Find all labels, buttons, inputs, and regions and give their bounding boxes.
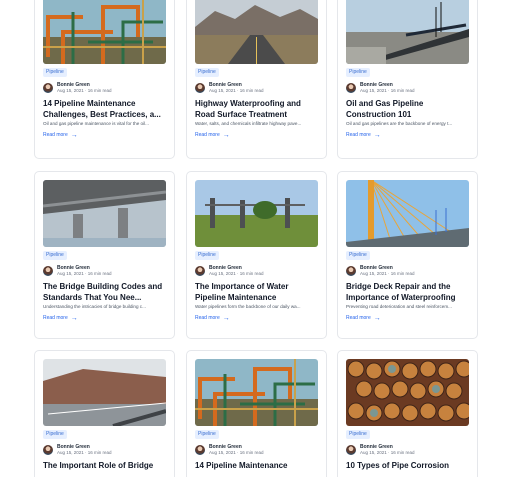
category-tag[interactable]: Pipeline (43, 430, 67, 439)
category-tag[interactable]: Pipeline (346, 68, 370, 77)
arrow-right-icon: → (222, 315, 230, 322)
author-row: Bonnie Green Aug 15, 2021 · 16 min read (43, 264, 166, 278)
post-meta: Aug 15, 2021 · 16 min read (209, 450, 264, 455)
card-excerpt: Water pipelines form the backbone of our… (195, 304, 301, 309)
author-row: Bonnie Green Aug 15, 2021 · 16 min read (346, 81, 469, 95)
card-title[interactable]: The Bridge Building Codes and Standards … (43, 281, 167, 303)
card-title[interactable]: Highway Waterproofing and Road Surface T… (195, 98, 319, 120)
category-tag[interactable]: Pipeline (346, 251, 370, 260)
blog-card[interactable]: Pipeline Bonnie Green Aug 15, 2021 · 16 … (34, 350, 175, 477)
post-meta: Aug 15, 2021 · 16 min read (360, 271, 415, 276)
avatar (346, 83, 356, 93)
card-image-cable-bridge[interactable] (346, 180, 469, 247)
card-image-bridge-underside[interactable] (43, 180, 166, 247)
avatar (195, 445, 205, 455)
post-meta: Aug 15, 2021 · 16 min read (360, 450, 415, 455)
read-more-link[interactable]: Read more → (346, 315, 381, 322)
blog-card[interactable]: Pipeline Bonnie Green Aug 15, 2021 · 16 … (186, 350, 327, 477)
avatar (43, 445, 53, 455)
card-image-pipeline[interactable] (346, 0, 469, 64)
post-meta: Aug 15, 2021 · 16 min read (57, 88, 112, 93)
read-more-link[interactable]: Read more → (43, 132, 78, 139)
blog-card-grid: Pipeline Bonnie Green Aug 15, 2021 · 16 … (0, 0, 513, 477)
arrow-right-icon: → (70, 132, 78, 139)
avatar (195, 83, 205, 93)
card-image-refinery[interactable] (43, 0, 166, 64)
card-excerpt: Preventing road deterioration and steel … (346, 304, 452, 309)
avatar (43, 266, 53, 276)
author-row: Bonnie Green Aug 15, 2021 · 16 min read (195, 264, 318, 278)
card-image-highway-bridge[interactable] (43, 359, 166, 426)
arrow-right-icon: → (373, 132, 381, 139)
post-meta: Aug 15, 2021 · 16 min read (360, 88, 415, 93)
avatar (346, 445, 356, 455)
category-tag[interactable]: Pipeline (346, 430, 370, 439)
blog-card[interactable]: Pipeline Bonnie Green Aug 15, 2021 · 16 … (337, 0, 478, 159)
card-title[interactable]: 10 Types of Pipe Corrosion (346, 460, 470, 471)
card-excerpt: Understanding the intricacies of bridge … (43, 304, 146, 309)
read-more-link[interactable]: Read more → (43, 315, 78, 322)
card-image-highway[interactable] (195, 0, 318, 64)
card-title[interactable]: Oil and Gas Pipeline Construction 101 (346, 98, 470, 120)
card-image-rusted-pipes[interactable] (346, 359, 469, 426)
post-meta: Aug 15, 2021 · 16 min read (57, 271, 112, 276)
category-tag[interactable]: Pipeline (195, 430, 219, 439)
card-title[interactable]: Bridge Deck Repair and the Importance of… (346, 281, 470, 303)
read-more-link[interactable]: Read more → (195, 132, 230, 139)
read-more-link[interactable]: Read more → (346, 132, 381, 139)
category-tag[interactable]: Pipeline (195, 68, 219, 77)
avatar (195, 266, 205, 276)
avatar (43, 83, 53, 93)
author-row: Bonnie Green Aug 15, 2021 · 16 min read (43, 443, 166, 457)
arrow-right-icon: → (222, 132, 230, 139)
arrow-right-icon: → (373, 315, 381, 322)
author-row: Bonnie Green Aug 15, 2021 · 16 min read (43, 81, 166, 95)
post-meta: Aug 15, 2021 · 16 min read (57, 450, 112, 455)
blog-card[interactable]: Pipeline Bonnie Green Aug 15, 2021 · 16 … (34, 0, 175, 159)
post-meta: Aug 15, 2021 · 16 min read (209, 271, 264, 276)
blog-card[interactable]: Pipeline Bonnie Green Aug 15, 2021 · 16 … (186, 171, 327, 339)
card-excerpt: Oil and gas pipeline maintenance is vita… (43, 121, 149, 126)
card-title[interactable]: The Important Role of Bridge (43, 460, 167, 471)
blog-card[interactable]: Pipeline Bonnie Green Aug 15, 2021 · 16 … (337, 350, 478, 477)
card-title[interactable]: 14 Pipeline Maintenance Challenges, Best… (43, 98, 167, 120)
arrow-right-icon: → (70, 315, 78, 322)
card-title[interactable]: The Importance of Water Pipeline Mainten… (195, 281, 319, 303)
author-row: Bonnie Green Aug 15, 2021 · 16 min read (195, 81, 318, 95)
category-tag[interactable]: Pipeline (43, 251, 67, 260)
card-title[interactable]: 14 Pipeline Maintenance (195, 460, 319, 471)
card-excerpt: Water, salts, and chemicals infiltrate h… (195, 121, 302, 126)
author-row: Bonnie Green Aug 15, 2021 · 16 min read (346, 443, 469, 457)
post-meta: Aug 15, 2021 · 16 min read (209, 88, 264, 93)
blog-card[interactable]: Pipeline Bonnie Green Aug 15, 2021 · 16 … (34, 171, 175, 339)
author-row: Bonnie Green Aug 15, 2021 · 16 min read (346, 264, 469, 278)
author-row: Bonnie Green Aug 15, 2021 · 16 min read (195, 443, 318, 457)
category-tag[interactable]: Pipeline (195, 251, 219, 260)
card-image-refinery[interactable] (195, 359, 318, 426)
card-excerpt: Oil and gas pipelines are the backbone o… (346, 121, 453, 126)
category-tag[interactable]: Pipeline (43, 68, 67, 77)
blog-card[interactable]: Pipeline Bonnie Green Aug 15, 2021 · 16 … (337, 171, 478, 339)
avatar (346, 266, 356, 276)
blog-card[interactable]: Pipeline Bonnie Green Aug 15, 2021 · 16 … (186, 0, 327, 159)
read-more-link[interactable]: Read more → (195, 315, 230, 322)
card-image-water-pipeline[interactable] (195, 180, 318, 247)
